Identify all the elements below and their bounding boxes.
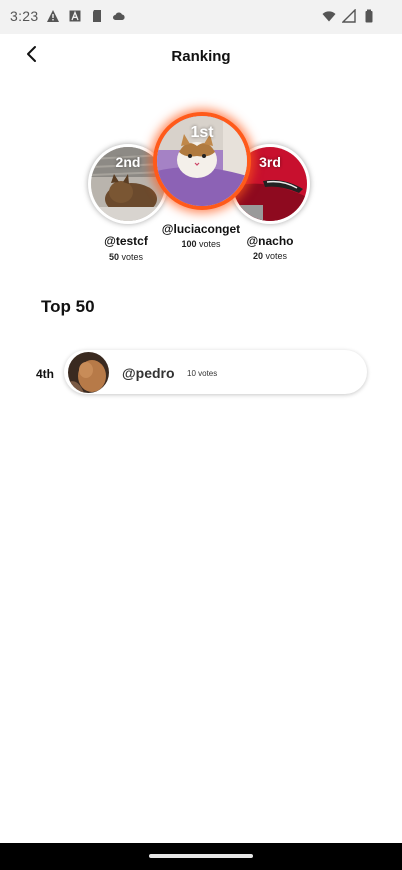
- avatar[interactable]: [68, 352, 109, 393]
- cloud-icon: [113, 12, 125, 20]
- podium-third-votes: 20 votes: [215, 251, 325, 261]
- podium-third-username[interactable]: @nacho: [215, 234, 325, 248]
- ranking-card[interactable]: @pedro 10 votes: [64, 350, 367, 394]
- podium: 2nd 3rd 1st @testcf 50 votes @luciaconge…: [0, 108, 402, 268]
- status-left-icons: [46, 9, 126, 23]
- page-title: Ranking: [171, 48, 231, 65]
- status-bar: 3:23: [0, 0, 402, 34]
- sd-card-icon: [93, 10, 101, 22]
- wifi-icon: [322, 11, 336, 22]
- podium-second-votes-word: votes: [121, 252, 144, 262]
- podium-second-votes-count: 50: [108, 252, 119, 262]
- row-votes: 10 votes: [187, 369, 218, 378]
- podium-second-votes: 50 votes: [71, 252, 181, 262]
- home-indicator[interactable]: [149, 854, 253, 858]
- battery-icon: [365, 9, 373, 23]
- app-header: Ranking: [0, 34, 402, 78]
- system-nav-bar: [0, 843, 402, 870]
- status-right-icons: [322, 9, 376, 23]
- warning-icon: [47, 10, 59, 22]
- status-time: 3:23: [10, 8, 39, 24]
- rank-label-first: 1st: [190, 124, 214, 141]
- text-a-icon: [69, 10, 81, 22]
- list-item: 4th @pedro 10 votes: [0, 350, 402, 396]
- podium-first-votes-count: 100: [181, 239, 197, 249]
- row-username: @pedro: [122, 365, 175, 381]
- top50-title: Top 50: [41, 297, 95, 316]
- podium-third-votes-count: 20: [252, 251, 263, 261]
- rank-position: 4th: [36, 367, 54, 381]
- podium-first-avatar[interactable]: 1st: [153, 112, 251, 210]
- cell-signal-icon: [342, 9, 356, 23]
- podium-third-votes-word: votes: [265, 251, 288, 261]
- user-photo: [68, 352, 109, 393]
